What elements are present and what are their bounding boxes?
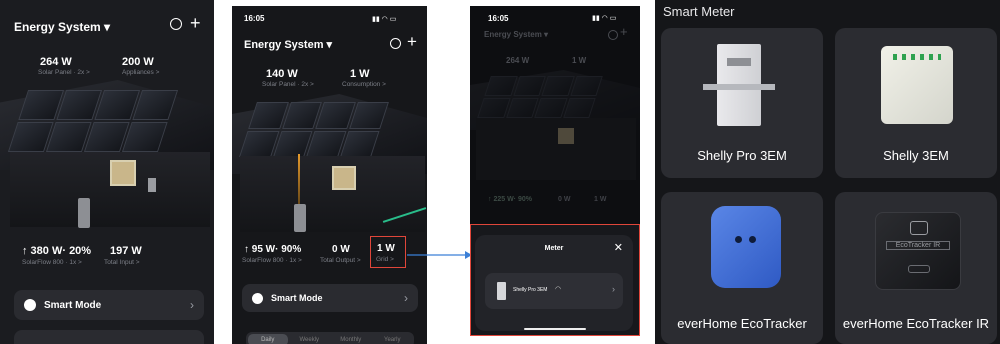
add-icon: + — [620, 24, 628, 39]
close-icon[interactable]: ✕ — [614, 241, 623, 254]
tab-weekly[interactable]: Weekly — [290, 334, 330, 344]
solar-panels — [477, 76, 603, 118]
solarflow-device — [78, 198, 90, 228]
solar-label[interactable]: Solar Panel · 2x > — [262, 81, 314, 88]
grid-value: 1 W — [377, 243, 395, 254]
window — [110, 160, 136, 186]
status-icons: ▮▮ ◠ ▭ — [372, 16, 397, 23]
window — [332, 166, 356, 190]
tab-monthly[interactable]: Monthly — [331, 334, 371, 344]
home-indicator — [524, 328, 586, 330]
tab-daily[interactable]: Daily — [248, 334, 288, 344]
ecotracker-ir-icon: EcoTracker IR — [875, 212, 961, 290]
system-selector[interactable]: Energy System ▾ — [14, 20, 110, 34]
smart-mode-row[interactable]: Smart Mode › — [14, 290, 204, 320]
appliances-label[interactable]: Appliances > — [122, 69, 159, 76]
chevron-right-icon: › — [190, 298, 194, 312]
house-illustration — [470, 70, 640, 180]
window — [558, 128, 574, 144]
status-time: 16:05 — [244, 14, 265, 23]
system-selector[interactable]: Energy System ▾ — [244, 38, 332, 51]
meter-device-icon — [497, 282, 506, 300]
solar-panels — [7, 90, 179, 152]
consumption-label[interactable]: Consumption > — [342, 81, 386, 88]
smart-mode-label: Smart Mode — [271, 293, 323, 303]
solarflow-value: ↑ 95 W· 90% — [244, 244, 302, 255]
house-illustration — [0, 80, 214, 230]
smart-plug — [148, 178, 156, 192]
chevron-right-icon: › — [612, 284, 615, 294]
settings-icon — [608, 30, 618, 40]
card-label: everHome EcoTracker IR — [842, 316, 990, 331]
meter-item-label: Shelly Pro 3EM — [513, 287, 548, 293]
appliances-value: 200 W — [122, 56, 154, 68]
total-input-value: 197 W — [110, 245, 142, 257]
card-shelly-3em[interactable]: Shelly 3EM — [835, 28, 997, 178]
smart-mode-label: Smart Mode — [44, 299, 102, 311]
settings-icon[interactable] — [390, 38, 401, 49]
solar-label[interactable]: Solar Panel · 2x > — [38, 69, 90, 76]
app-screen-2: 16:05 ▮▮ ◠ ▭ Energy System ▾ + 140 W Sol… — [232, 6, 427, 344]
chevron-right-icon: › — [404, 291, 408, 305]
system-selector: Energy System ▾ — [484, 30, 549, 39]
solarflow-label[interactable]: SolarFlow 800 · 1x > — [22, 259, 82, 266]
smart-mode-icon — [252, 292, 263, 304]
solar-value: 264 W — [40, 56, 72, 68]
wifi-icon: ◠ — [555, 286, 562, 293]
meter-list-item[interactable]: Shelly Pro 3EM ◠ › — [485, 273, 623, 309]
smart-mode-row[interactable]: Smart Mode › — [242, 284, 418, 312]
solarflow-value: ↑ 225 W· 90% — [488, 196, 532, 203]
total-output-value: 0 W — [558, 196, 571, 203]
card-everhome-ecotracker[interactable]: everHome EcoTracker — [661, 192, 823, 344]
add-icon[interactable]: + — [407, 32, 417, 52]
shelly-3em-icon — [881, 46, 953, 124]
energy-flow-line — [298, 154, 300, 204]
card-label: Shelly 3EM — [883, 148, 949, 163]
consumption-value: 1 W — [572, 56, 587, 65]
app-screen-3: 16:05 ▮▮ ◠ ▭ Energy System ▾ + 264 W 1 W… — [470, 6, 640, 336]
consumption-value: 1 W — [350, 68, 370, 80]
smart-meter-screen: Smart Meter Shelly Pro 3EM Shelly 3EM ev… — [655, 0, 1000, 344]
meter-modal-highlight: Meter ✕ Shelly Pro 3EM ◠ › — [470, 224, 640, 336]
solarflow-value: ↑ 380 W· 20% — [22, 245, 92, 257]
grid-highlight[interactable]: 1 W Grid > — [370, 236, 406, 268]
status-time: 16:05 — [488, 14, 509, 23]
total-input-label[interactable]: Total Input > — [104, 259, 140, 266]
grid-value: 1 W — [594, 196, 607, 203]
meter-modal: Meter ✕ Shelly Pro 3EM ◠ › — [475, 235, 633, 331]
settings-icon[interactable] — [170, 18, 182, 30]
status-icons: ▮▮ ◠ ▭ — [592, 15, 617, 22]
connector-arrow — [407, 251, 472, 259]
app-screen-1: Energy System ▾ + 264 W Solar Panel · 2x… — [0, 0, 214, 344]
solarflow-label[interactable]: SolarFlow 800 · 1x > — [242, 257, 302, 264]
solar-panels — [239, 102, 389, 157]
card-label: everHome EcoTracker — [677, 316, 807, 331]
next-row — [14, 330, 204, 344]
total-output-label[interactable]: Total Output > — [320, 257, 361, 264]
shelly-pro-3em-icon — [703, 44, 775, 126]
smart-mode-icon — [24, 299, 36, 311]
house-illustration — [232, 94, 427, 234]
total-output-value: 0 W — [332, 244, 350, 255]
solarflow-device — [294, 204, 306, 232]
grid-label: Grid > — [376, 256, 394, 263]
tab-yearly[interactable]: Yearly — [373, 334, 413, 344]
modal-title: Meter — [544, 245, 564, 252]
period-tabs: Daily Weekly Monthly Yearly — [246, 332, 414, 344]
device-text: EcoTracker IR — [886, 241, 950, 250]
card-everhome-ecotracker-ir[interactable]: EcoTracker IR everHome EcoTracker IR — [835, 192, 997, 344]
add-icon[interactable]: + — [190, 13, 201, 34]
solar-value: 140 W — [266, 68, 298, 80]
page-title: Smart Meter — [663, 4, 735, 19]
ecotracker-icon — [711, 206, 781, 288]
card-shelly-pro-3em[interactable]: Shelly Pro 3EM — [661, 28, 823, 178]
solar-value: 264 W — [506, 56, 530, 65]
card-label: Shelly Pro 3EM — [697, 148, 787, 163]
